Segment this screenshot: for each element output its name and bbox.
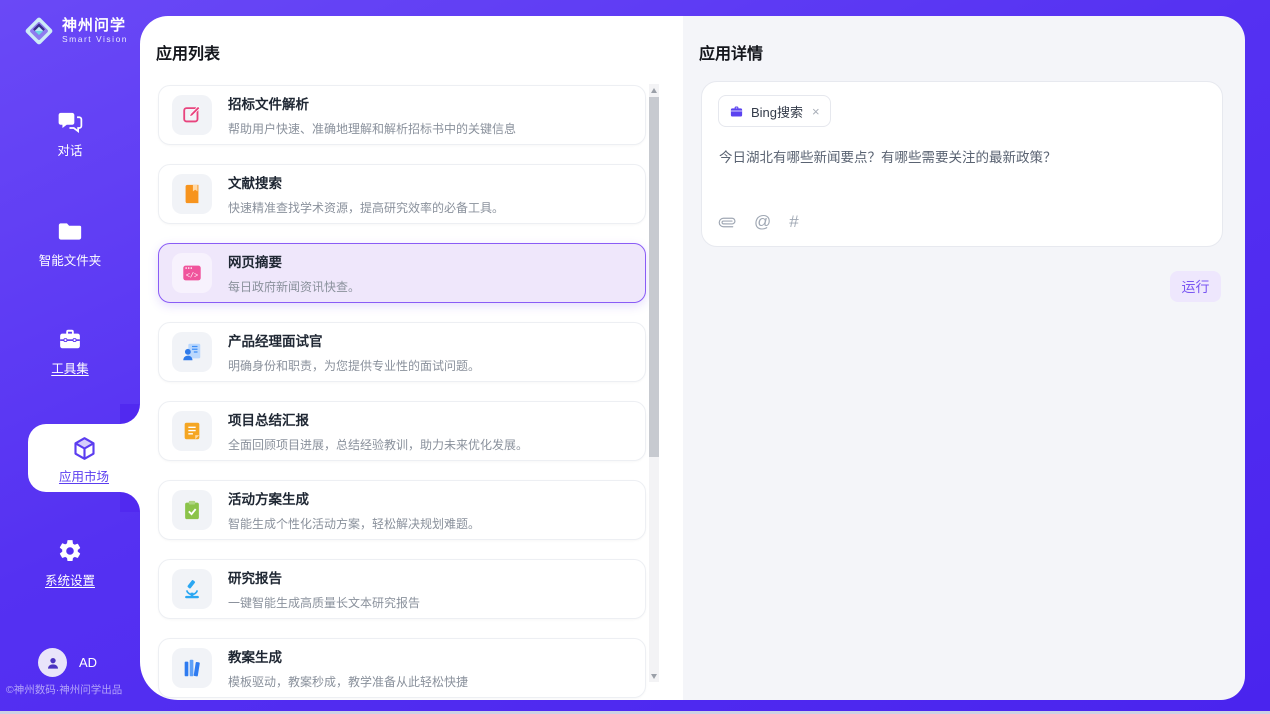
sidebar: 神州问学 Smart Vision 对话 智能文件夹 工具集 [0, 0, 140, 714]
bubble-bottom-curve [120, 492, 140, 512]
app-card-title: 研究报告 [228, 567, 420, 587]
copyright-footer: ©神州数码·神州问学出品 [6, 682, 122, 697]
tool-tag-bing-search[interactable]: Bing搜索 × [718, 95, 831, 127]
bubble-top-curve [120, 404, 140, 424]
sidebar-item-toolset[interactable]: 工具集 [0, 326, 140, 378]
app-icon-tile: </> [172, 253, 212, 293]
app-card-lesson-plan[interactable]: 教案生成 模板驱动，教案秒成，教学准备从此轻松快捷 [158, 638, 646, 698]
briefcase-icon [729, 104, 744, 119]
app-icon-tile [172, 174, 212, 214]
tool-tag-label: Bing搜索 [751, 102, 803, 121]
app-card-title: 活动方案生成 [228, 488, 480, 508]
app-card-desc: 全面回顾项目进展，总结经验教训，助力未来优化发展。 [228, 436, 528, 453]
app-card-research-report[interactable]: 研究报告 一键智能生成高质量长文本研究报告 [158, 559, 646, 619]
app-detail-panel: 应用详情 Bing搜索 × 今日湖北有哪些新闻要点？有哪些需要关注的最新政策？ … [683, 16, 1245, 700]
app-icon-tile [172, 332, 212, 372]
app-detail-title: 应用详情 [699, 40, 763, 64]
sidebar-item-chat[interactable]: 对话 [0, 108, 140, 160]
app-card-desc: 一键智能生成高质量长文本研究报告 [228, 594, 420, 611]
app-card-desc: 模板驱动，教案秒成，教学准备从此轻松快捷 [228, 673, 468, 690]
app-card-desc: 明确身份和职责，为您提供专业性的面试问题。 [228, 357, 480, 374]
app-icon-tile [172, 648, 212, 688]
triangle-down-icon [651, 674, 657, 679]
app-card-desc: 每日政府新闻资讯快查。 [228, 278, 360, 295]
app-list-title: 应用列表 [156, 40, 220, 64]
hash-icon[interactable]: # [789, 212, 798, 232]
gear-icon [57, 538, 83, 564]
browser-code-icon: </> [181, 262, 203, 284]
app-card-desc: 智能生成个性化活动方案，轻松解决规划难题。 [228, 515, 480, 532]
edit-square-icon [181, 104, 203, 126]
sidebar-item-label: 工具集 [51, 362, 89, 376]
app-list-panel: 应用列表 招标文件解析 帮助用户快速、准确地理解和解析招标书中的关键信息 [140, 16, 683, 700]
clipboard-check-icon [181, 499, 203, 521]
app-icon-tile [172, 95, 212, 135]
brand-logo: 神州问学 Smart Vision [22, 14, 128, 48]
triangle-up-icon [651, 88, 657, 93]
books-icon [181, 657, 203, 679]
sidebar-item-smart-folder[interactable]: 智能文件夹 [0, 218, 140, 270]
chat-icon [57, 108, 83, 134]
user-account[interactable]: AD [38, 648, 97, 677]
app-card-event-plan[interactable]: 活动方案生成 智能生成个性化活动方案，轻松解决规划难题。 [158, 480, 646, 540]
prompt-card: Bing搜索 × 今日湖北有哪些新闻要点？有哪些需要关注的最新政策？ @ # [701, 81, 1223, 247]
scrollbar-up-button[interactable] [649, 84, 659, 96]
scrollbar-down-button[interactable] [649, 670, 659, 682]
attachment-toolbar: @ # [719, 212, 799, 232]
folder-icon [57, 218, 83, 244]
app-card-desc: 帮助用户快速、准确地理解和解析招标书中的关键信息 [228, 120, 516, 137]
app-card-title: 教案生成 [228, 646, 468, 666]
brand-subtitle: Smart Vision [62, 34, 128, 45]
app-card-literature-search[interactable]: 文献搜索 快速精准查找学术资源，提高研究效率的必备工具。 [158, 164, 646, 224]
person-doc-icon [181, 341, 203, 363]
app-card-web-summary[interactable]: </> 网页摘要 每日政府新闻资讯快查。 [158, 243, 646, 303]
app-card-title: 项目总结汇报 [228, 409, 528, 429]
book-icon [181, 183, 203, 205]
svg-text:</>: </> [186, 272, 198, 280]
at-mention-icon[interactable]: @ [754, 212, 771, 232]
sidebar-item-label: 系统设置 [45, 574, 95, 588]
app-card-title: 网页摘要 [228, 251, 360, 271]
user-name: AD [79, 655, 97, 670]
app-card-title: 产品经理面试官 [228, 330, 480, 350]
diamond-logo-icon [22, 14, 56, 48]
app-card-title: 文献搜索 [228, 172, 504, 192]
sidebar-item-settings[interactable]: 系统设置 [0, 538, 140, 590]
cube-icon [71, 435, 98, 462]
toolbox-icon [57, 326, 83, 352]
app-cards: 招标文件解析 帮助用户快速、准确地理解和解析招标书中的关键信息 文献搜索 快速精… [158, 85, 646, 698]
scrollbar-thumb[interactable] [649, 97, 659, 457]
app-card-title: 招标文件解析 [228, 93, 516, 113]
app-list-scrollbar[interactable] [649, 84, 659, 682]
sidebar-item-label: 应用市场 [59, 470, 109, 484]
query-text[interactable]: 今日湖北有哪些新闻要点？有哪些需要关注的最新政策？ [719, 148, 1199, 167]
person-icon [45, 655, 61, 671]
app-card-bid-parse[interactable]: 招标文件解析 帮助用户快速、准确地理解和解析招标书中的关键信息 [158, 85, 646, 145]
paperclip-icon[interactable] [715, 210, 739, 234]
brand-name: 神州问学 [62, 18, 128, 34]
sidebar-item-label: 智能文件夹 [39, 254, 102, 268]
sidebar-item-app-market[interactable]: 应用市场 [28, 424, 140, 492]
app-card-desc: 快速精准查找学术资源，提高研究效率的必备工具。 [228, 199, 504, 216]
sidebar-item-label: 对话 [57, 144, 82, 158]
app-card-pm-interviewer[interactable]: 产品经理面试官 明确身份和职责，为您提供专业性的面试问题。 [158, 322, 646, 382]
run-button[interactable]: 运行 [1170, 271, 1221, 302]
app-icon-tile [172, 411, 212, 451]
close-icon[interactable]: × [812, 104, 820, 119]
app-icon-tile [172, 490, 212, 530]
microscope-icon [181, 578, 203, 600]
doc-note-icon [181, 420, 203, 442]
app-card-project-summary[interactable]: 项目总结汇报 全面回顾项目进展，总结经验教训，助力未来优化发展。 [158, 401, 646, 461]
avatar[interactable] [38, 648, 67, 677]
app-icon-tile [172, 569, 212, 609]
